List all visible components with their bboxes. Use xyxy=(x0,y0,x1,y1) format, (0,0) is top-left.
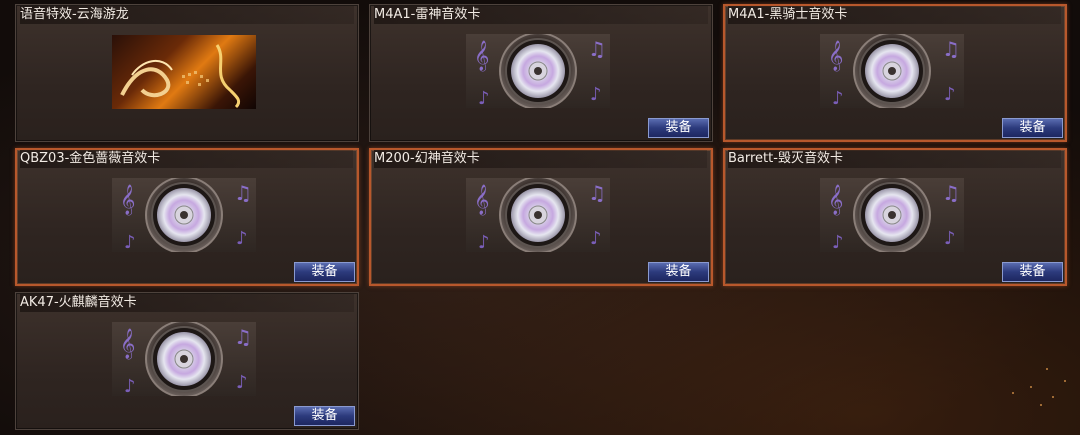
ember-sparkle xyxy=(1064,380,1066,382)
equip-button[interactable]: 装备 xyxy=(294,406,355,426)
equip-button[interactable]: 装备 xyxy=(294,262,355,282)
equip-button[interactable]: 装备 xyxy=(1002,262,1063,282)
item-title: M4A1-雷神音效卡 xyxy=(374,6,708,24)
music-disc-icon xyxy=(112,178,256,252)
music-disc-icon xyxy=(820,34,964,108)
item-card-ak47-fire-qilin[interactable]: AK47-火麒麟音效卡 装备 xyxy=(15,292,359,430)
ember-sparkle xyxy=(1046,368,1048,370)
equip-button[interactable]: 装备 xyxy=(648,118,709,138)
item-title: M4A1-黑骑士音效卡 xyxy=(728,6,1061,24)
equip-button[interactable]: 装备 xyxy=(648,262,709,282)
item-title: 语音特效-云海游龙 xyxy=(20,6,354,24)
ember-sparkle xyxy=(1040,404,1042,406)
dragon-image xyxy=(112,35,256,109)
ember-sparkle xyxy=(1052,396,1054,398)
music-disc-icon xyxy=(466,178,610,252)
item-title: QBZ03-金色蔷薇音效卡 xyxy=(20,150,353,168)
music-disc-icon xyxy=(112,322,256,396)
item-title: Barrett-毁灭音效卡 xyxy=(728,150,1061,168)
ember-sparkle xyxy=(1012,392,1014,394)
music-disc-icon xyxy=(466,34,610,108)
item-card-qbz03-golden-rose[interactable]: QBZ03-金色蔷薇音效卡 装备 xyxy=(15,148,359,286)
equip-button[interactable]: 装备 xyxy=(1002,118,1063,138)
item-title: AK47-火麒麟音效卡 xyxy=(20,294,354,312)
music-disc-icon xyxy=(820,178,964,252)
ember-sparkle xyxy=(1030,386,1032,388)
item-card-m200-phantom[interactable]: M200-幻神音效卡 装备 xyxy=(369,148,713,286)
item-card-barrett-destruction[interactable]: Barrett-毁灭音效卡 装备 xyxy=(723,148,1067,286)
sound-card-inventory: 语音特效-云海游龙 M4A1-雷神音效卡 装备 M4A1-黑骑士音效卡 装备 Q… xyxy=(0,0,1080,435)
item-card-voice-dragon[interactable]: 语音特效-云海游龙 xyxy=(15,4,359,142)
item-card-m4a1-thor[interactable]: M4A1-雷神音效卡 装备 xyxy=(369,4,713,142)
item-title: M200-幻神音效卡 xyxy=(374,150,707,168)
item-card-m4a1-black-knight[interactable]: M4A1-黑骑士音效卡 装备 xyxy=(723,4,1067,142)
